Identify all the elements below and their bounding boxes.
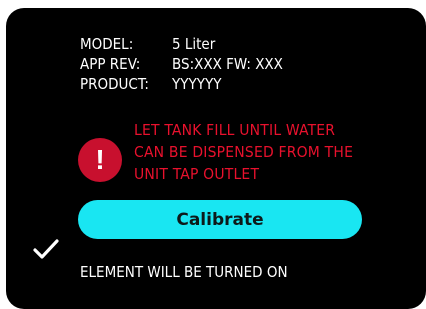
app-rev-value: BS:XXX FW: XXX [172,55,283,73]
exclamation-icon: ! [78,138,122,182]
warning-line-2: CAN BE DISPENSED FROM THE [134,143,354,161]
device-screen: MODEL: 5 Liter APP REV: BS:XXX FW: XXX P… [6,8,426,309]
warning-message: LET TANK FILL UNTIL WATER CAN BE DISPENS… [134,119,404,185]
warning-line-1: LET TANK FILL UNTIL WATER [134,121,336,139]
product-label: PRODUCT: [80,75,149,93]
device-info: MODEL: 5 Liter APP REV: BS:XXX FW: XXX P… [80,34,283,94]
status-message: ELEMENT WILL BE TURNED ON [80,263,288,281]
app-rev-label: APP REV: [80,55,141,73]
model-row: MODEL: 5 Liter [80,34,283,54]
warning-line-3: UNIT TAP OUTLET [134,165,260,183]
model-label: MODEL: [80,35,134,53]
calibrate-button[interactable]: Calibrate [78,200,362,239]
app-rev-row: APP REV: BS:XXX FW: XXX [80,54,283,74]
product-value: YYYYYY [172,75,222,93]
checkmark-icon [33,239,59,259]
product-row: PRODUCT: YYYYYY [80,74,283,94]
model-value: 5 Liter [172,35,216,53]
